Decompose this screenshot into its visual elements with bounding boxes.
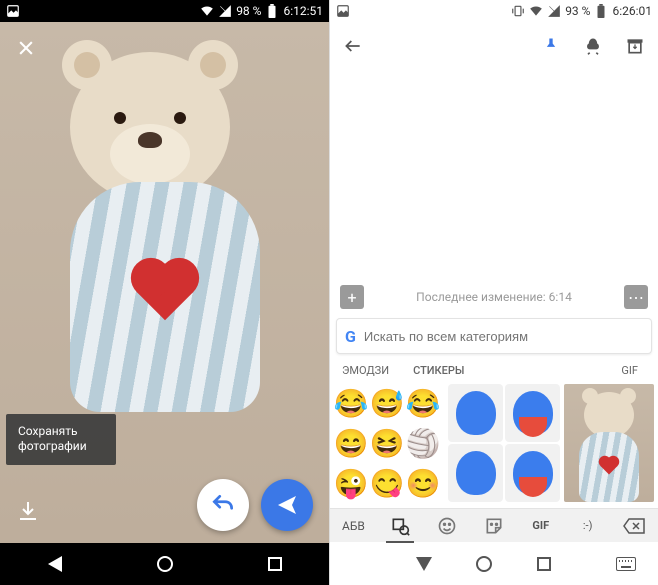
battery-icon [265,4,279,18]
vibrate-icon [511,4,525,18]
image-indicator-icon [6,4,20,18]
emoji-item[interactable]: 😜 [334,464,368,502]
image-indicator-icon [336,4,350,18]
pin-button[interactable] [540,35,562,57]
tab-emoji[interactable]: ЭМОДЗИ [330,358,401,384]
emoji-item[interactable]: 😆 [370,424,404,462]
undo-button[interactable] [197,479,249,531]
category-content[interactable]: 😂 😅 😂 😄 😆 🏐 😜 😋 😊 [330,384,658,504]
kb-smiley-icon[interactable] [427,511,467,541]
kb-recent-icon[interactable] [380,511,420,541]
gif-thumbnail[interactable] [564,384,654,502]
download-button[interactable] [16,499,42,525]
emoji-item[interactable]: 😂 [406,384,440,422]
emoji-item[interactable]: 😊 [406,464,440,502]
emoji-grid: 😂 😅 😂 😄 😆 🏐 😜 😋 😊 [330,384,444,504]
nav-home[interactable] [476,556,492,572]
app-bar [330,22,658,70]
close-button[interactable] [14,36,38,60]
add-button[interactable]: + [340,285,364,309]
kb-sticker-icon[interactable] [474,511,514,541]
signal-icon [218,4,232,18]
note-meta-row: + Последнее изменение: 6:14 ⋯ [330,280,658,314]
nav-recent[interactable] [537,557,551,571]
kb-text-emoticon[interactable]: :-) [568,511,608,541]
search-input[interactable] [364,329,643,344]
reminder-button[interactable] [582,35,604,57]
archive-button[interactable] [624,35,646,57]
emoji-item[interactable]: 😋 [370,464,404,502]
left-screenshot: 98 % 6:12:51 Сохранять фотографии [0,0,329,585]
category-tabs: ЭМОДЗИ СТИКЕРЫ GIF [330,358,658,384]
battery-percent: 98 % [236,4,261,18]
tab-stickers[interactable]: СТИКЕРЫ [401,358,476,384]
battery-percent: 93 % [565,4,590,18]
nav-bar-right [330,543,658,585]
save-photos-tooltip: Сохранять фотографии [6,414,116,465]
sticker-grid [444,384,564,504]
wifi-icon [200,4,214,18]
search-bar[interactable]: G [336,318,652,354]
status-bar-right: 93 % 6:26:01 [330,0,658,22]
nav-back[interactable] [48,556,62,572]
nav-home[interactable] [157,556,173,572]
signal-icon [547,4,561,18]
sticker-item[interactable] [505,444,560,502]
google-logo-icon: G [345,327,356,346]
status-bar-left: 98 % 6:12:51 [0,0,329,22]
nav-back[interactable] [416,557,432,571]
emoji-item[interactable]: 😂 [334,384,368,422]
sticker-item[interactable] [448,384,503,442]
clock: 6:12:51 [283,4,323,18]
last-edit-label: Последнее изменение: 6:14 [364,290,624,304]
nav-keyboard-icon[interactable] [616,557,636,571]
kb-gif[interactable]: GIF [521,511,561,541]
clock: 6:26:01 [612,4,652,18]
back-button[interactable] [342,35,364,57]
right-screenshot: 93 % 6:26:01 + Последнее изменение: 6:14… [329,0,658,585]
more-button[interactable]: ⋯ [624,285,648,309]
kb-backspace-icon[interactable] [614,511,654,541]
tab-gif[interactable]: GIF [609,358,658,384]
send-button[interactable] [261,479,313,531]
keyboard-bottom-row: АБВ GIF :-) [330,508,658,542]
emoji-item[interactable]: 😄 [334,424,368,462]
nav-recent[interactable] [268,557,282,571]
emoji-item[interactable]: 🏐 [406,424,440,462]
wifi-icon [529,4,543,18]
kb-abc[interactable]: АБВ [333,511,373,541]
battery-icon [594,4,608,18]
sticker-item[interactable] [505,384,560,442]
sticker-item[interactable] [448,444,503,502]
emoji-item[interactable]: 😅 [370,384,404,422]
nav-bar-left [0,543,329,585]
